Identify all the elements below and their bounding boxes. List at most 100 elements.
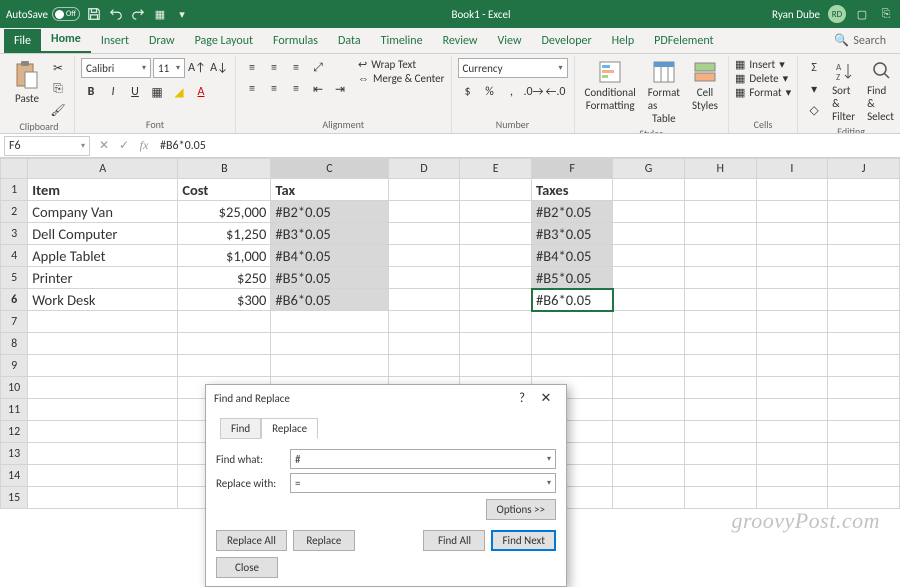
- cell-A13[interactable]: [28, 443, 178, 465]
- align-mid-icon[interactable]: ≡: [264, 58, 284, 78]
- orientation-icon[interactable]: ⤢: [308, 58, 328, 78]
- cell-G9[interactable]: [613, 355, 685, 377]
- cell-J8[interactable]: [828, 333, 900, 355]
- cell-F9[interactable]: [532, 355, 613, 377]
- cell-J3[interactable]: [828, 223, 900, 245]
- search-box[interactable]: 🔍 Search: [824, 28, 896, 53]
- cell-J12[interactable]: [828, 421, 900, 443]
- cell-B4[interactable]: $1,000: [178, 245, 271, 267]
- cell-I1[interactable]: [756, 179, 828, 201]
- cell-H3[interactable]: [684, 223, 756, 245]
- cell-J1[interactable]: [828, 179, 900, 201]
- cell-J4[interactable]: [828, 245, 900, 267]
- cell-G2[interactable]: [613, 201, 685, 223]
- qat-icon[interactable]: ▦: [152, 6, 168, 22]
- cell-A1[interactable]: Item: [28, 179, 178, 201]
- row-header-2[interactable]: 2: [1, 201, 28, 223]
- align-left-icon[interactable]: ≡: [242, 79, 262, 99]
- italic-icon[interactable]: I: [103, 82, 123, 102]
- row-header-4[interactable]: 4: [1, 245, 28, 267]
- replace-with-input[interactable]: =▾: [290, 473, 556, 493]
- cell-J11[interactable]: [828, 399, 900, 421]
- autosum-icon[interactable]: Σ: [804, 58, 824, 78]
- tab-pdfelement[interactable]: PDFelement: [644, 29, 723, 53]
- merge-center-button[interactable]: ⇔Merge & Center: [358, 72, 445, 85]
- cell-A11[interactable]: [28, 399, 178, 421]
- find-next-button[interactable]: Find Next: [491, 530, 556, 551]
- cell-F4[interactable]: #B4*0.05: [532, 245, 613, 267]
- row-header-3[interactable]: 3: [1, 223, 28, 245]
- tab-page-layout[interactable]: Page Layout: [185, 29, 263, 53]
- cell-B7[interactable]: [178, 311, 271, 333]
- cell-G4[interactable]: [613, 245, 685, 267]
- cell-G11[interactable]: [613, 399, 685, 421]
- cell-H13[interactable]: [684, 443, 756, 465]
- cell-E9[interactable]: [460, 355, 532, 377]
- cell-E4[interactable]: [460, 245, 532, 267]
- tab-formulas[interactable]: Formulas: [263, 29, 328, 53]
- row-header-13[interactable]: 13: [1, 443, 28, 465]
- cell-A3[interactable]: Dell Computer: [28, 223, 178, 245]
- row-header-6[interactable]: 6: [1, 289, 28, 311]
- tab-home[interactable]: Home: [41, 27, 91, 53]
- cell-A4[interactable]: Apple Tablet: [28, 245, 178, 267]
- cell-A5[interactable]: Printer: [28, 267, 178, 289]
- cell-G10[interactable]: [613, 377, 685, 399]
- row-header-14[interactable]: 14: [1, 465, 28, 487]
- replace-all-button[interactable]: Replace All: [216, 530, 287, 551]
- cell-B9[interactable]: [178, 355, 271, 377]
- cell-E3[interactable]: [460, 223, 532, 245]
- undo-icon[interactable]: [108, 6, 124, 22]
- cell-A8[interactable]: [28, 333, 178, 355]
- shrink-font-icon[interactable]: A↓: [209, 58, 229, 78]
- tab-timeline[interactable]: Timeline: [371, 29, 433, 53]
- row-header-5[interactable]: 5: [1, 267, 28, 289]
- cell-A14[interactable]: [28, 465, 178, 487]
- cell-styles-button[interactable]: CellStyles: [688, 58, 722, 114]
- cell-J7[interactable]: [828, 311, 900, 333]
- cell-E7[interactable]: [460, 311, 532, 333]
- cell-H12[interactable]: [684, 421, 756, 443]
- dialog-help-icon[interactable]: ?: [510, 391, 534, 406]
- col-header-H[interactable]: H: [684, 159, 756, 179]
- cell-A2[interactable]: Company Van: [28, 201, 178, 223]
- cell-G14[interactable]: [613, 465, 685, 487]
- formula-input[interactable]: #B6*0.05: [154, 139, 900, 153]
- qat-icon-2[interactable]: ▾: [174, 6, 190, 22]
- enter-formula-icon[interactable]: ✓: [114, 138, 134, 153]
- col-header-B[interactable]: B: [178, 159, 271, 179]
- cell-F2[interactable]: #B2*0.05: [532, 201, 613, 223]
- cell-E1[interactable]: [460, 179, 532, 201]
- border-icon[interactable]: ▦: [147, 82, 167, 102]
- cell-I9[interactable]: [756, 355, 828, 377]
- fill-icon[interactable]: ▾: [804, 79, 824, 99]
- user-avatar[interactable]: RD: [828, 5, 846, 23]
- tab-review[interactable]: Review: [433, 29, 488, 53]
- dialog-tab-find[interactable]: Find: [220, 418, 261, 439]
- cell-F7[interactable]: [532, 311, 613, 333]
- cell-H8[interactable]: [684, 333, 756, 355]
- insert-cells-button[interactable]: ▦Insert ▾: [735, 58, 791, 71]
- dialog-tab-replace[interactable]: Replace: [261, 418, 318, 439]
- cell-D7[interactable]: [388, 311, 460, 333]
- cell-H1[interactable]: [684, 179, 756, 201]
- cell-D5[interactable]: [388, 267, 460, 289]
- redo-icon[interactable]: [130, 6, 146, 22]
- cell-I8[interactable]: [756, 333, 828, 355]
- cell-G13[interactable]: [613, 443, 685, 465]
- cell-I3[interactable]: [756, 223, 828, 245]
- cell-E8[interactable]: [460, 333, 532, 355]
- col-header-D[interactable]: D: [388, 159, 460, 179]
- cell-H4[interactable]: [684, 245, 756, 267]
- cell-G12[interactable]: [613, 421, 685, 443]
- cell-J13[interactable]: [828, 443, 900, 465]
- cell-C2[interactable]: #B2*0.05: [271, 201, 388, 223]
- tab-developer[interactable]: Developer: [532, 29, 602, 53]
- grow-font-icon[interactable]: A↑: [187, 58, 207, 78]
- cell-J14[interactable]: [828, 465, 900, 487]
- conditional-formatting-button[interactable]: ConditionalFormatting: [581, 58, 640, 114]
- select-all-corner[interactable]: [1, 159, 28, 179]
- cell-B3[interactable]: $1,250: [178, 223, 271, 245]
- cell-H10[interactable]: [684, 377, 756, 399]
- cell-F8[interactable]: [532, 333, 613, 355]
